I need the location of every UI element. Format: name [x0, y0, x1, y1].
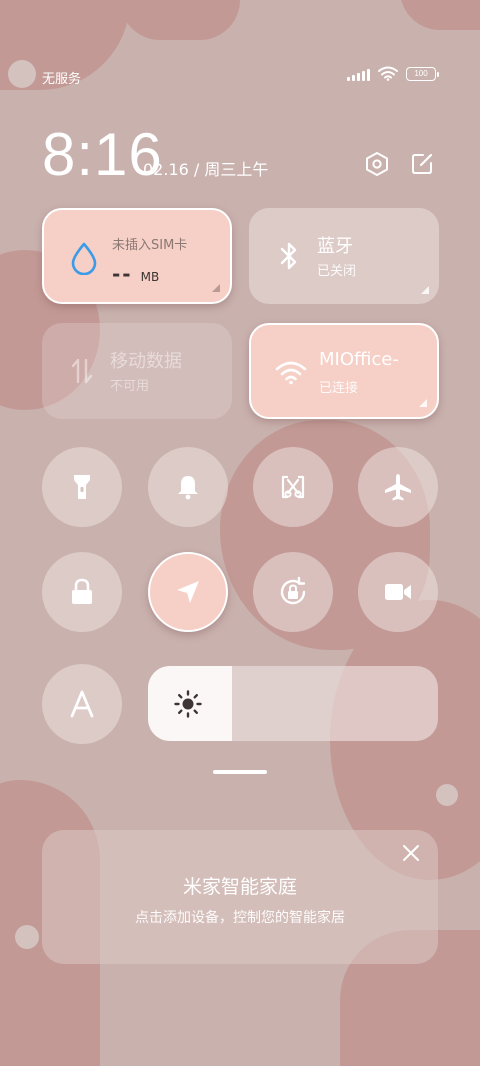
drag-handle[interactable] — [213, 770, 267, 774]
battery-level: 100 — [414, 69, 428, 78]
settings-button[interactable] — [363, 150, 391, 178]
screen-record-toggle[interactable] — [358, 552, 438, 632]
settings-icon — [366, 152, 388, 176]
brightness-slider[interactable] — [148, 666, 438, 741]
mobile-data-tile[interactable]: 移动数据 不可用 — [42, 323, 232, 419]
location-arrow-icon — [177, 581, 199, 603]
date-label: 02.16 / 周三上午 — [143, 160, 269, 179]
wifi-label: MIOffice- — [319, 349, 399, 370]
data-usage-value: -- — [112, 262, 133, 286]
mobile-data-status: 不可用 — [110, 379, 150, 394]
smart-home-card[interactable]: 米家智能家庭 点击添加设备，控制您的智能家居 — [42, 830, 438, 964]
expand-corner-icon — [419, 399, 427, 407]
close-icon[interactable] — [402, 844, 420, 862]
flashlight-icon — [74, 475, 90, 499]
expand-corner-icon — [421, 286, 429, 294]
airplane-toggle[interactable] — [358, 447, 438, 527]
bluetooth-status: 已关闭 — [317, 264, 357, 279]
letter-a-icon — [70, 690, 94, 718]
airplane-icon — [385, 474, 411, 501]
screenshot-toggle[interactable] — [253, 447, 333, 527]
rotation-lock-toggle[interactable] — [253, 552, 333, 632]
smart-home-title: 米家智能家庭 — [182, 876, 297, 898]
status-bar: 无服务 100 — [42, 66, 439, 87]
sun-icon — [174, 690, 202, 718]
carrier-label: 无服务 — [42, 72, 82, 87]
rotation-lock-icon — [280, 576, 306, 605]
water-drop-icon — [66, 240, 102, 276]
scissors-icon — [281, 475, 305, 499]
data-usage-label: 未插入SIM卡 — [112, 238, 188, 253]
smart-home-subtitle: 点击添加设备，控制您的智能家居 — [135, 910, 345, 926]
data-usage-unit: MB — [140, 270, 160, 284]
battery-icon: 100 — [406, 66, 439, 81]
edit-button[interactable] — [408, 150, 436, 178]
lock-icon — [72, 578, 92, 604]
wifi-icon — [378, 66, 398, 81]
bluetooth-icon — [271, 238, 307, 274]
edit-icon — [412, 153, 433, 174]
location-toggle[interactable] — [148, 552, 228, 632]
wifi-icon — [273, 355, 309, 391]
lock-toggle[interactable] — [42, 552, 122, 632]
flashlight-toggle[interactable] — [42, 447, 122, 527]
video-camera-icon — [385, 584, 411, 600]
bluetooth-label: 蓝牙 — [317, 236, 353, 257]
wifi-status: 已连接 — [319, 381, 359, 396]
auto-brightness-toggle[interactable] — [42, 664, 122, 744]
mobile-data-icon — [64, 353, 100, 389]
mobile-data-label: 移动数据 — [110, 351, 182, 372]
bell-icon — [178, 476, 198, 500]
bluetooth-tile[interactable]: 蓝牙 已关闭 — [249, 208, 439, 304]
ringer-toggle[interactable] — [148, 447, 228, 527]
signal-icon — [347, 67, 370, 81]
expand-corner-icon — [212, 284, 220, 292]
wifi-tile[interactable]: MIOffice- 已连接 — [249, 323, 439, 419]
data-usage-tile[interactable]: 未插入SIM卡 -- MB — [42, 208, 232, 304]
